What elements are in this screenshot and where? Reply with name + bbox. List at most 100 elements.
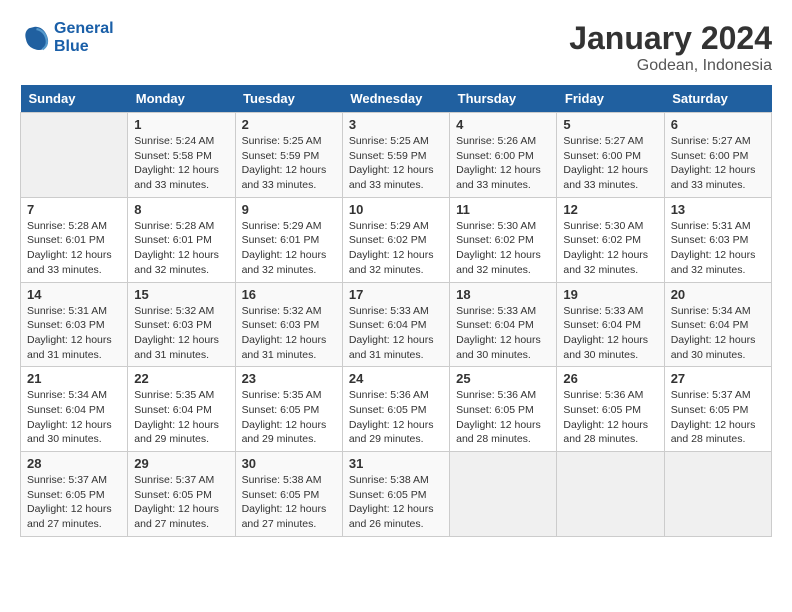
day-info: Sunrise: 5:25 AMSunset: 5:59 PMDaylight:… — [242, 134, 336, 193]
day-info: Sunrise: 5:33 AMSunset: 6:04 PMDaylight:… — [563, 304, 657, 363]
calendar-day-header: Tuesday — [235, 85, 342, 113]
day-info: Sunrise: 5:36 AMSunset: 6:05 PMDaylight:… — [563, 388, 657, 447]
calendar-week-row: 21 Sunrise: 5:34 AMSunset: 6:04 PMDayligh… — [21, 367, 772, 452]
calendar-day-cell: 20 Sunrise: 5:34 AMSunset: 6:04 PMDayligh… — [664, 282, 771, 367]
day-number: 18 — [456, 287, 550, 302]
day-number: 13 — [671, 202, 765, 217]
calendar-day-cell: 31Sunrise: 5:38 AMSunset: 6:05 PMDayligh… — [342, 452, 449, 537]
calendar-day-cell: 14 Sunrise: 5:31 AMSunset: 6:03 PMDayligh… — [21, 282, 128, 367]
day-info: Sunrise: 5:35 AMSunset: 6:05 PMDaylight:… — [242, 388, 336, 447]
logo-text: General Blue — [54, 20, 114, 56]
day-info: Sunrise: 5:35 AMSunset: 6:04 PMDaylight:… — [134, 388, 228, 447]
day-info: Sunrise: 5:26 AMSunset: 6:00 PMDaylight:… — [456, 134, 550, 193]
calendar-day-cell: 10Sunrise: 5:29 AMSunset: 6:02 PMDayligh… — [342, 197, 449, 282]
calendar-day-cell: 27Sunrise: 5:37 AMSunset: 6:05 PMDayligh… — [664, 367, 771, 452]
calendar-day-cell: 17 Sunrise: 5:33 AMSunset: 6:04 PMDayligh… — [342, 282, 449, 367]
calendar-day-cell: 29 Sunrise: 5:37 AMSunset: 6:05 PMDayligh… — [128, 452, 235, 537]
day-number: 15 — [134, 287, 228, 302]
day-number: 20 — [671, 287, 765, 302]
day-number: 3 — [349, 117, 443, 132]
day-info: Sunrise: 5:31 AMSunset: 6:03 PMDaylight:… — [671, 219, 765, 278]
day-number: 1 — [134, 117, 228, 132]
month-title: January 2024 — [569, 20, 772, 57]
day-info: Sunrise: 5:27 AMSunset: 6:00 PMDaylight:… — [563, 134, 657, 193]
calendar-day-cell: 4Sunrise: 5:26 AMSunset: 6:00 PMDaylight… — [450, 113, 557, 198]
logo-icon — [20, 23, 50, 53]
calendar-day-header: Friday — [557, 85, 664, 113]
location-title: Godean, Indonesia — [569, 57, 772, 75]
calendar-day-header: Wednesday — [342, 85, 449, 113]
calendar-day-cell: 30 Sunrise: 5:38 AMSunset: 6:05 PMDayligh… — [235, 452, 342, 537]
calendar-day-cell: 24Sunrise: 5:36 AMSunset: 6:05 PMDayligh… — [342, 367, 449, 452]
day-number: 17 — [349, 287, 443, 302]
calendar-header-row: SundayMondayTuesdayWednesdayThursdayFrid… — [21, 85, 772, 113]
calendar-week-row: 7 Sunrise: 5:28 AMSunset: 6:01 PMDaylight… — [21, 197, 772, 282]
logo: General Blue — [20, 20, 114, 56]
day-number: 27 — [671, 371, 765, 386]
day-number: 19 — [563, 287, 657, 302]
day-info: Sunrise: 5:37 AMSunset: 6:05 PMDaylight:… — [27, 473, 121, 532]
calendar-day-cell: 16Sunrise: 5:32 AMSunset: 6:03 PMDayligh… — [235, 282, 342, 367]
calendar-body: 1 Sunrise: 5:24 AMSunset: 5:58 PMDaylight… — [21, 113, 772, 537]
calendar-day-header: Saturday — [664, 85, 771, 113]
calendar-day-cell: 25 Sunrise: 5:36 AMSunset: 6:05 PMDayligh… — [450, 367, 557, 452]
calendar-table: SundayMondayTuesdayWednesdayThursdayFrid… — [20, 85, 772, 537]
day-info: Sunrise: 5:28 AMSunset: 6:01 PMDaylight:… — [134, 219, 228, 278]
day-info: Sunrise: 5:30 AMSunset: 6:02 PMDaylight:… — [456, 219, 550, 278]
day-number: 30 — [242, 456, 336, 471]
day-number: 14 — [27, 287, 121, 302]
calendar-day-cell: 5Sunrise: 5:27 AMSunset: 6:00 PMDaylight… — [557, 113, 664, 198]
day-number: 7 — [27, 202, 121, 217]
calendar-day-header: Thursday — [450, 85, 557, 113]
day-number: 26 — [563, 371, 657, 386]
day-number: 11 — [456, 202, 550, 217]
calendar-day-cell: 1 Sunrise: 5:24 AMSunset: 5:58 PMDaylight… — [128, 113, 235, 198]
day-info: Sunrise: 5:38 AMSunset: 6:05 PMDaylight:… — [242, 473, 336, 532]
title-block: January 2024 Godean, Indonesia — [569, 20, 772, 75]
day-number: 29 — [134, 456, 228, 471]
day-number: 25 — [456, 371, 550, 386]
day-number: 8 — [134, 202, 228, 217]
calendar-day-cell: 13 Sunrise: 5:31 AMSunset: 6:03 PMDayligh… — [664, 197, 771, 282]
page-header: General Blue January 2024 Godean, Indone… — [20, 20, 772, 75]
calendar-day-cell — [450, 452, 557, 537]
day-info: Sunrise: 5:29 AMSunset: 6:02 PMDaylight:… — [349, 219, 443, 278]
day-info: Sunrise: 5:31 AMSunset: 6:03 PMDaylight:… — [27, 304, 121, 363]
calendar-day-cell: 28 Sunrise: 5:37 AMSunset: 6:05 PMDayligh… — [21, 452, 128, 537]
day-info: Sunrise: 5:33 AMSunset: 6:04 PMDaylight:… — [349, 304, 443, 363]
calendar-week-row: 28 Sunrise: 5:37 AMSunset: 6:05 PMDayligh… — [21, 452, 772, 537]
day-info: Sunrise: 5:29 AMSunset: 6:01 PMDaylight:… — [242, 219, 336, 278]
day-number: 23 — [242, 371, 336, 386]
day-number: 2 — [242, 117, 336, 132]
calendar-day-cell: 7 Sunrise: 5:28 AMSunset: 6:01 PMDaylight… — [21, 197, 128, 282]
calendar-day-cell: 26 Sunrise: 5:36 AMSunset: 6:05 PMDayligh… — [557, 367, 664, 452]
day-info: Sunrise: 5:33 AMSunset: 6:04 PMDaylight:… — [456, 304, 550, 363]
day-number: 21 — [27, 371, 121, 386]
day-number: 28 — [27, 456, 121, 471]
day-info: Sunrise: 5:28 AMSunset: 6:01 PMDaylight:… — [27, 219, 121, 278]
calendar-day-cell: 15Sunrise: 5:32 AMSunset: 6:03 PMDayligh… — [128, 282, 235, 367]
day-number: 22 — [134, 371, 228, 386]
calendar-day-cell: 12Sunrise: 5:30 AMSunset: 6:02 PMDayligh… — [557, 197, 664, 282]
calendar-day-cell: 18 Sunrise: 5:33 AMSunset: 6:04 PMDayligh… — [450, 282, 557, 367]
calendar-day-cell: 23 Sunrise: 5:35 AMSunset: 6:05 PMDayligh… — [235, 367, 342, 452]
day-info: Sunrise: 5:25 AMSunset: 5:59 PMDaylight:… — [349, 134, 443, 193]
calendar-day-cell: 2 Sunrise: 5:25 AMSunset: 5:59 PMDaylight… — [235, 113, 342, 198]
day-number: 24 — [349, 371, 443, 386]
calendar-day-cell: 19 Sunrise: 5:33 AMSunset: 6:04 PMDayligh… — [557, 282, 664, 367]
calendar-week-row: 1 Sunrise: 5:24 AMSunset: 5:58 PMDaylight… — [21, 113, 772, 198]
day-info: Sunrise: 5:32 AMSunset: 6:03 PMDaylight:… — [242, 304, 336, 363]
calendar-day-cell — [557, 452, 664, 537]
day-info: Sunrise: 5:37 AMSunset: 6:05 PMDaylight:… — [134, 473, 228, 532]
day-number: 6 — [671, 117, 765, 132]
calendar-day-cell: 21 Sunrise: 5:34 AMSunset: 6:04 PMDayligh… — [21, 367, 128, 452]
day-info: Sunrise: 5:34 AMSunset: 6:04 PMDaylight:… — [27, 388, 121, 447]
day-info: Sunrise: 5:24 AMSunset: 5:58 PMDaylight:… — [134, 134, 228, 193]
calendar-day-cell: 6 Sunrise: 5:27 AMSunset: 6:00 PMDaylight… — [664, 113, 771, 198]
day-info: Sunrise: 5:34 AMSunset: 6:04 PMDaylight:… — [671, 304, 765, 363]
calendar-day-cell: 11 Sunrise: 5:30 AMSunset: 6:02 PMDayligh… — [450, 197, 557, 282]
day-info: Sunrise: 5:27 AMSunset: 6:00 PMDaylight:… — [671, 134, 765, 193]
calendar-day-cell: 9Sunrise: 5:29 AMSunset: 6:01 PMDaylight… — [235, 197, 342, 282]
day-info: Sunrise: 5:36 AMSunset: 6:05 PMDaylight:… — [456, 388, 550, 447]
day-number: 31 — [349, 456, 443, 471]
